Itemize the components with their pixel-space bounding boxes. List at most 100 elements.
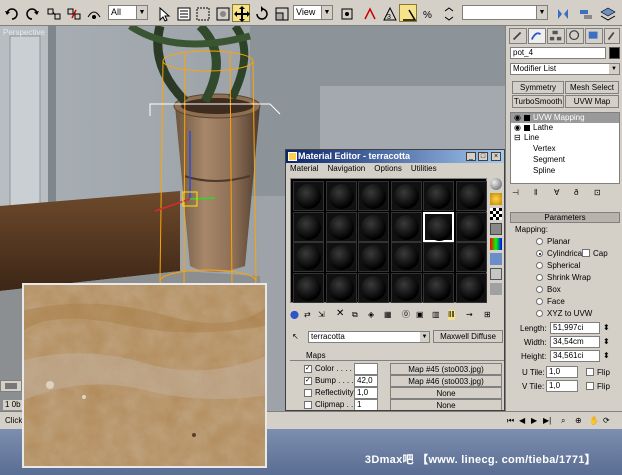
scale-icon[interactable] [272,4,290,22]
make-copy-icon[interactable]: ⧉ [352,310,358,320]
make-unique-icon[interactable]: ∀ [554,188,559,198]
expand-icon[interactable]: ⊟ [514,133,521,143]
modifier-list-dropdown[interactable]: Modifier List ▼ [510,63,620,75]
u-flip-checkbox[interactable] [586,368,594,376]
select-link-icon[interactable] [44,4,62,22]
map-enable-checkbox[interactable]: ✓ [304,365,312,373]
material-slot[interactable] [358,272,389,303]
map-slot-button[interactable]: None [390,387,502,399]
planar-radio[interactable] [536,238,543,245]
undo-icon[interactable] [2,4,20,22]
material-name-field[interactable]: terracotta ▼ [308,331,430,343]
pin-stack-icon[interactable]: ⊣ [512,188,519,198]
mirror-icon[interactable] [553,4,571,22]
material-slot[interactable] [423,272,454,303]
cap-checkbox[interactable] [582,249,590,257]
material-slot[interactable] [455,272,487,303]
material-slot[interactable] [423,242,454,272]
stack-item-line[interactable]: Line [524,133,539,143]
map-amount-field[interactable] [354,363,378,375]
put-to-scene-icon[interactable]: ⇄ [304,310,311,320]
vtile-field[interactable]: 1,0 [546,380,578,392]
pivot-center-icon[interactable] [337,4,355,22]
material-slot[interactable] [293,211,324,242]
minimize-icon[interactable]: _ [466,152,476,161]
parameters-rollout-header[interactable]: Parameters [510,212,620,223]
material-slot[interactable] [390,211,422,242]
map-slot-button[interactable]: None [390,399,502,410]
create-tab-icon[interactable] [509,28,527,44]
assign-to-selection-icon[interactable]: ⇲ [318,310,325,320]
material-effects-channel-icon[interactable]: ⓪ [402,310,410,320]
object-name-field[interactable]: pot_4 [510,47,606,59]
uvw-map-button[interactable]: UVW Map [565,95,619,108]
length-field[interactable]: 51,997ci [550,322,600,334]
backlight-icon[interactable] [490,193,502,205]
show-end-result-icon[interactable]: ‖ [534,188,537,198]
material-slot[interactable] [293,272,324,303]
zoom-all-icon[interactable]: ⊕ [575,416,582,426]
sample-uv-tiling-icon[interactable] [490,223,502,235]
material-slot[interactable] [390,181,422,211]
light-bulb-icon[interactable]: ◉ [514,123,521,133]
width-field[interactable]: 34,54cm [550,336,600,348]
mesh-select-button[interactable]: Mesh Select [565,81,619,94]
video-color-check-icon[interactable] [490,238,502,250]
selection-filter-dropdown[interactable]: All ▼ [108,5,148,20]
symmetry-button[interactable]: Symmetry [512,81,564,94]
zoom-icon[interactable]: ⌕ [561,416,565,426]
map-enable-checkbox[interactable]: ✓ [304,377,312,385]
turbosmooth-button[interactable]: TurboSmooth [512,95,564,108]
map-slot-button[interactable]: Map #46 (sto003.jpg) [390,375,502,387]
motion-tab-icon[interactable] [566,28,584,44]
select-object-icon[interactable] [154,4,172,22]
layer-manager-icon[interactable] [598,4,616,22]
viewport-label[interactable]: Perspective [3,28,45,37]
go-forward-sibling-icon[interactable]: ⇝ [466,310,473,320]
height-field[interactable]: 34,561ci [550,350,600,362]
material-slot[interactable] [455,211,487,242]
material-slot[interactable] [390,242,422,272]
align-icon[interactable] [576,4,594,22]
angle-snap-icon[interactable] [399,4,417,22]
menu-navigation[interactable]: Navigation [327,164,365,173]
map-enable-checkbox[interactable] [304,389,312,397]
material-slot[interactable] [390,272,422,303]
map-amount-field[interactable]: 1 [354,399,378,410]
light-bulb-icon[interactable]: ◉ [514,113,521,123]
menu-material[interactable]: Material [290,164,318,173]
next-frame-icon[interactable]: ▶| [543,416,551,426]
make-preview-icon[interactable] [490,253,502,265]
previous-frame-icon[interactable]: ◀ [519,416,525,426]
map-slot-button[interactable]: Map #45 (sto003.jpg) [390,363,502,375]
maximize-icon[interactable]: □ [478,152,488,161]
material-slot[interactable] [358,181,389,211]
material-slot[interactable] [325,211,357,242]
hierarchy-tab-icon[interactable] [547,28,565,44]
material-slot[interactable] [325,272,357,303]
material-slot[interactable] [325,242,357,272]
move-icon[interactable] [232,4,250,22]
unlink-icon[interactable] [64,4,82,22]
material-type-button[interactable]: Maxwell Diffuse [433,330,503,343]
material-slots-grid[interactable] [290,178,487,303]
map-enable-checkbox[interactable] [304,401,312,409]
material-slot[interactable] [423,211,454,242]
material-slot[interactable] [358,211,389,242]
stack-item-segment[interactable]: Segment [533,155,565,165]
menu-options[interactable]: Options [374,164,402,173]
material-slot[interactable] [293,242,324,272]
menu-utilities[interactable]: Utilities [411,164,437,173]
bind-space-warp-icon[interactable] [84,4,102,22]
stack-item-vertex[interactable]: Vertex [533,144,556,154]
remove-modifier-icon[interactable]: ð [574,188,578,198]
pan-icon[interactable]: ✋ [589,416,599,426]
utilities-tab-icon[interactable] [604,28,620,44]
material-slot[interactable] [293,181,324,211]
configure-modifier-icon[interactable]: ⊡ [594,188,601,198]
play-icon[interactable]: ▶ [531,416,537,426]
go-to-start-icon[interactable]: ⏮ [507,416,514,426]
spinner-icon[interactable]: ⬍ [603,323,610,333]
select-by-material-icon[interactable] [490,283,502,295]
face-radio[interactable] [536,298,543,305]
